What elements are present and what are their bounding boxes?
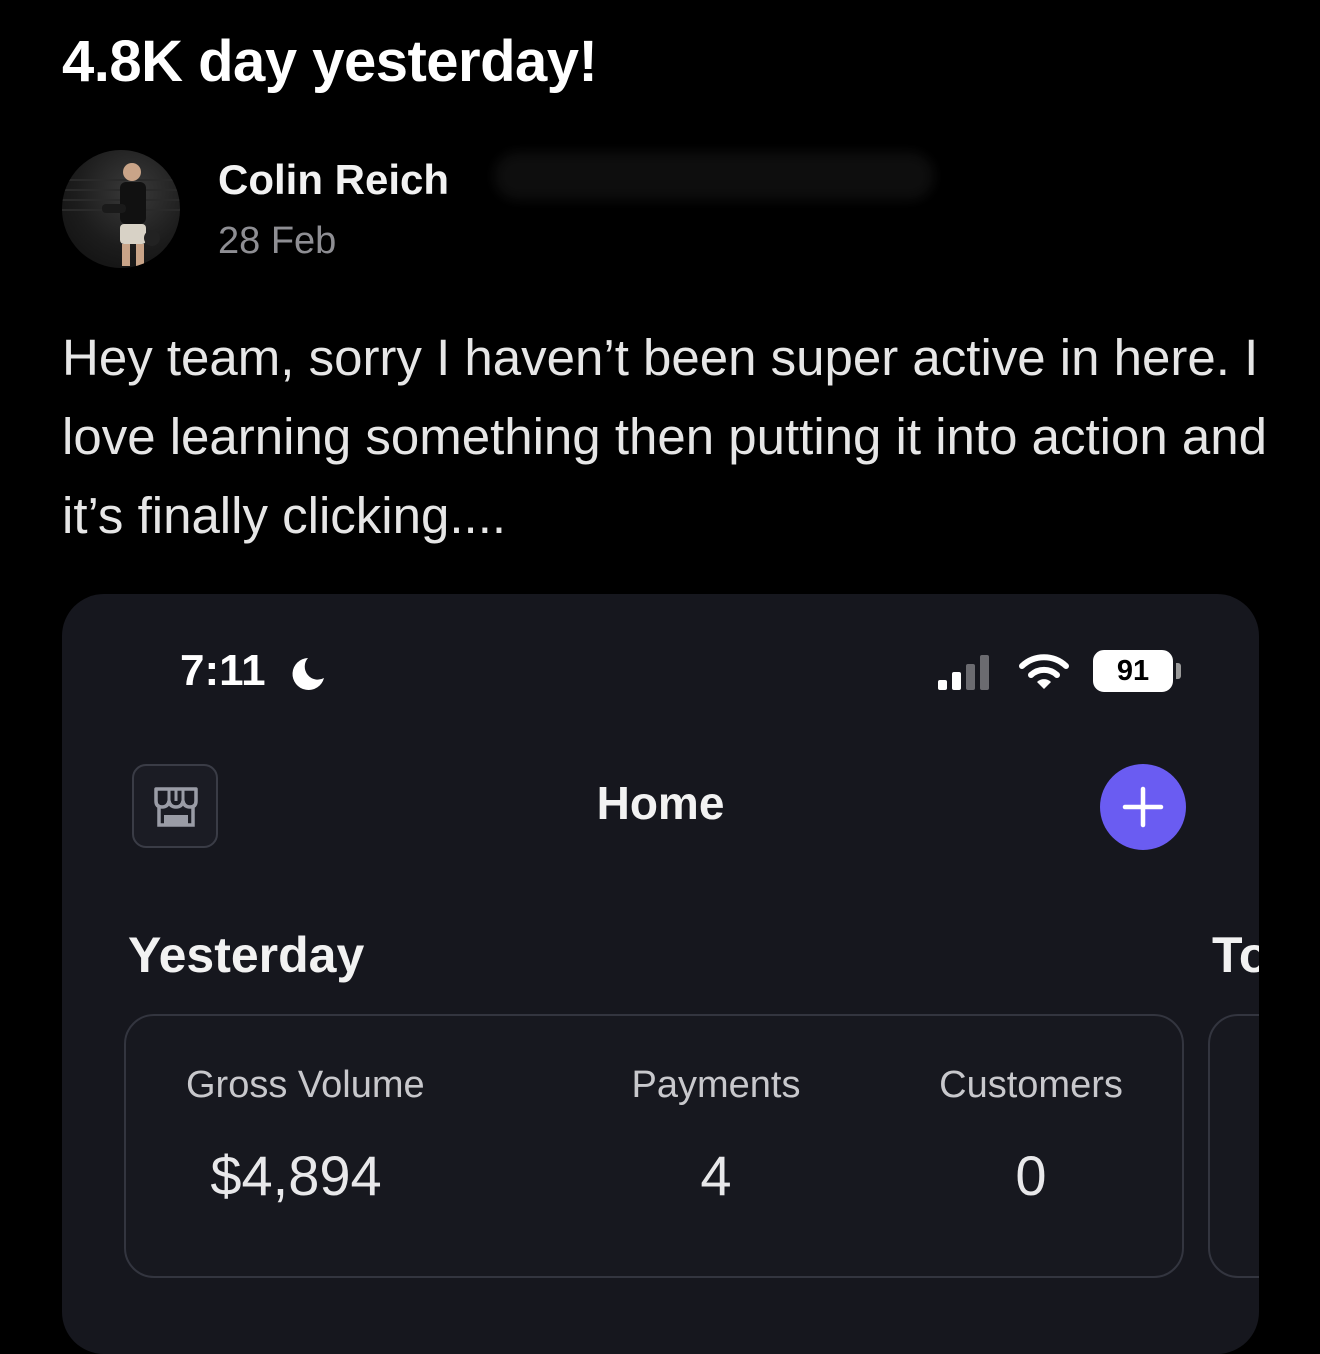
signal-icon [938,655,989,690]
stat-label: Gross Volume [186,1064,425,1106]
stat-label: Customers [939,1064,1123,1106]
stat-payments: Payments 4 [606,1064,826,1208]
moon-icon [292,658,324,690]
post-body: Hey team, sorry I haven’t been super act… [62,329,1267,544]
stats-card-yesterday[interactable]: Gross Volume $4,894 Payments 4 Customers… [124,1014,1184,1278]
stats-card-next[interactable] [1208,1014,1259,1278]
stat-value: $4,894 [210,1144,382,1207]
screen-title: Home [596,777,725,829]
post-date: 28 Feb [218,220,337,262]
add-button[interactable] [1100,764,1186,850]
plus-icon [1122,786,1164,828]
post-title: 4.8K day yesterday! [62,29,598,94]
section-title-yesterday: Yesterday [128,927,365,983]
redacted-handle [494,152,934,200]
wifi-icon [1019,654,1069,689]
stat-customers: Customers 0 [911,1064,1151,1208]
avatar-image [62,163,180,266]
avatar[interactable] [62,150,180,268]
author-row: Colin Reich 28 Feb [62,150,1062,270]
stat-value: 4 [700,1144,732,1207]
battery-indicator: 91 [1093,650,1173,692]
embedded-screenshot: 7:11 91 Home Yesterday To Gross Volume $… [62,594,1259,1354]
stat-gross-volume: Gross Volume $4,894 [186,1064,425,1208]
stat-label: Payments [631,1064,801,1106]
stat-value: 0 [1015,1144,1047,1207]
author-name[interactable]: Colin Reich [218,156,449,204]
battery-tip [1176,663,1181,679]
status-time: 7:11 [180,646,266,695]
section-title-next: To [1212,927,1259,983]
